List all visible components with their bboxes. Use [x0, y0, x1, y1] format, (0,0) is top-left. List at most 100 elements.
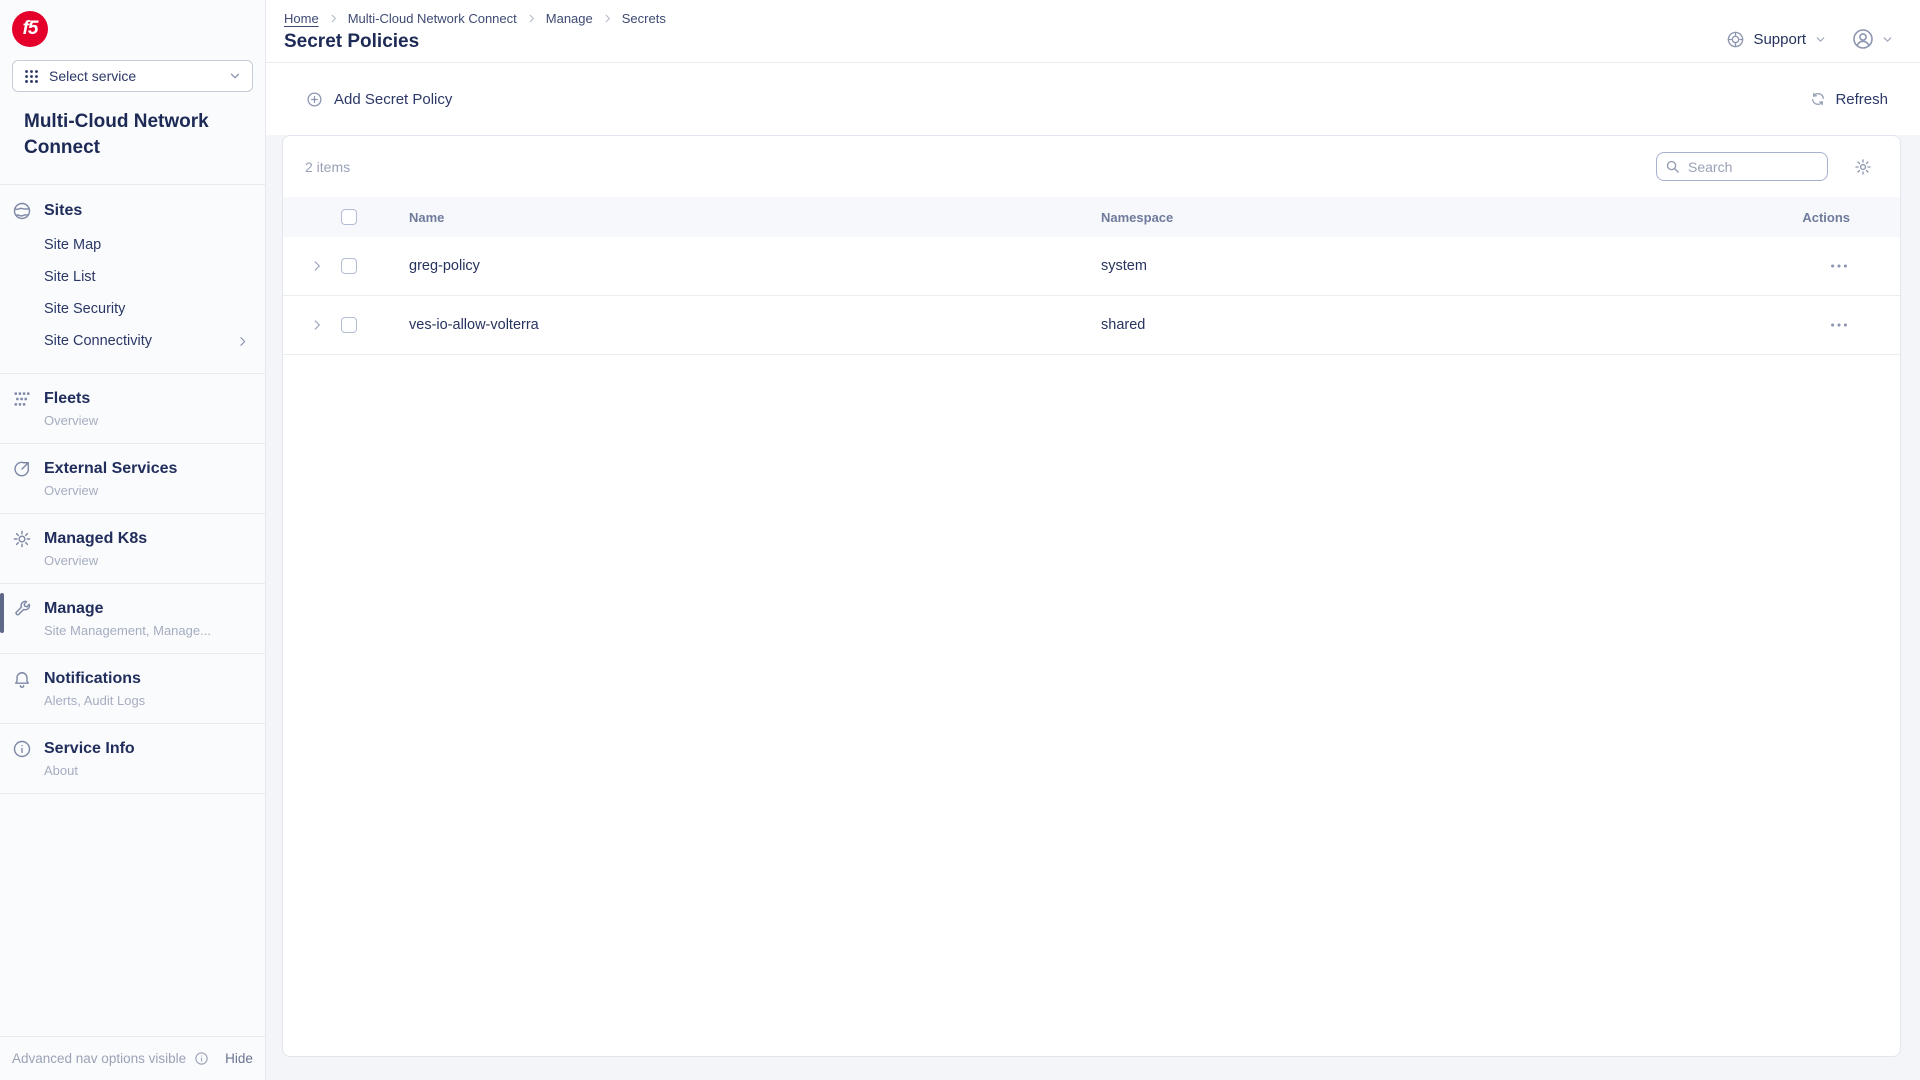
product-title: Multi-Cloud Network Connect	[12, 92, 253, 184]
table-row: greg-policy system	[283, 237, 1900, 296]
support-label: Support	[1753, 31, 1806, 48]
gear-icon[interactable]	[1854, 158, 1872, 176]
policy-namespace: shared	[1101, 317, 1790, 333]
bell-icon	[12, 669, 32, 689]
sidebar-item-site-map[interactable]: Site Map	[44, 229, 253, 261]
sidebar-section-service-info: Service Info About	[0, 724, 265, 794]
sidebar-section-sites: Sites Site Map Site List Site Security S…	[0, 185, 265, 374]
chevron-down-icon	[1881, 33, 1894, 46]
info-icon	[12, 739, 32, 759]
sidebar-item-site-connectivity[interactable]: Site Connectivity	[44, 325, 253, 357]
support-menu[interactable]: Support	[1726, 30, 1827, 49]
kubernetes-helm-icon	[12, 529, 32, 549]
table-toolbar: 2 items	[283, 136, 1900, 197]
sidebar-section-title: Notifications	[44, 670, 141, 688]
external-services-icon	[12, 459, 32, 479]
breadcrumb-item[interactable]: Secrets	[622, 11, 666, 26]
page-header-right: Support	[1726, 16, 1894, 62]
refresh-icon	[1810, 91, 1826, 107]
sidebar-section-external-services: External Services Overview	[0, 444, 265, 514]
sidebar-section-title: Managed K8s	[44, 530, 147, 548]
lifebuoy-icon	[1726, 30, 1745, 49]
main-content: Home Multi-Cloud Network Connect Manage …	[266, 0, 1920, 1080]
row-actions-menu-icon[interactable]	[1828, 314, 1850, 336]
breadcrumb-item[interactable]: Multi-Cloud Network Connect	[348, 11, 517, 26]
account-menu[interactable]	[1851, 27, 1894, 51]
sidebar-item-external-services[interactable]: External Services	[12, 459, 253, 479]
chevron-down-icon	[1814, 33, 1827, 46]
sub-link-label: Site List	[44, 269, 96, 285]
sidebar-spacer	[0, 794, 265, 1036]
sites-list: Site Map Site List Site Security Site Co…	[12, 229, 253, 357]
sidebar: f5 Select service Multi-Cloud Network Co…	[0, 0, 266, 1080]
sidebar-section-title: Manage	[44, 600, 104, 618]
globe-icon	[12, 201, 32, 221]
f5-logo[interactable]: f5	[12, 11, 48, 47]
sidebar-item-sites[interactable]: Sites	[12, 201, 253, 221]
search-icon	[1665, 159, 1680, 174]
column-header-namespace: Namespace	[1101, 210, 1790, 225]
refresh-button[interactable]: Refresh	[1810, 91, 1888, 108]
breadcrumb-item[interactable]: Manage	[546, 11, 593, 26]
sidebar-section-manage: Manage Site Management, Manage...	[0, 584, 265, 654]
sidebar-item-fleets[interactable]: Fleets	[12, 389, 253, 409]
sidebar-item-site-security[interactable]: Site Security	[44, 293, 253, 325]
avatar-icon	[1851, 27, 1875, 51]
sidebar-item-manage[interactable]: Manage	[12, 599, 253, 619]
advanced-nav-label: Advanced nav options visible	[12, 1051, 186, 1066]
chevron-right-icon	[236, 335, 249, 348]
chevron-down-icon	[228, 69, 242, 83]
sidebar-section-subtitle: Overview	[44, 413, 253, 428]
refresh-label: Refresh	[1835, 91, 1888, 108]
service-selector[interactable]: Select service	[12, 60, 253, 92]
expand-row-icon[interactable]	[310, 259, 324, 273]
chevron-right-icon	[526, 13, 537, 24]
page-header-left: Home Multi-Cloud Network Connect Manage …	[284, 11, 666, 62]
table-row: ves-io-allow-volterra shared	[283, 296, 1900, 355]
policy-name-link[interactable]: ves-io-allow-volterra	[367, 317, 1101, 333]
add-secret-policy-label: Add Secret Policy	[334, 91, 452, 108]
expand-row-icon[interactable]	[310, 318, 324, 332]
sidebar-section-subtitle: Overview	[44, 483, 253, 498]
row-checkbox[interactable]	[341, 258, 357, 274]
policy-namespace: system	[1101, 258, 1790, 274]
secret-policies-card: 2 items Name	[282, 135, 1901, 1057]
page-title: Secret Policies	[284, 31, 666, 53]
sidebar-section-fleets: Fleets Overview	[0, 374, 265, 444]
breadcrumb-home[interactable]: Home	[284, 11, 319, 26]
policy-name-link[interactable]: greg-policy	[367, 258, 1101, 274]
f5-logo-text: f5	[23, 18, 38, 40]
chevron-right-icon	[328, 13, 339, 24]
select-all-checkbox[interactable]	[341, 209, 357, 225]
sidebar-section-subtitle: Alerts, Audit Logs	[44, 693, 253, 708]
sidebar-item-service-info[interactable]: Service Info	[12, 739, 253, 759]
grid-icon	[23, 68, 40, 85]
column-header-actions: Actions	[1802, 210, 1850, 225]
sub-link-label: Site Map	[44, 237, 101, 253]
table-region: 2 items Name	[266, 135, 1920, 1080]
sidebar-section-title: Sites	[44, 202, 82, 220]
row-actions-menu-icon[interactable]	[1828, 255, 1850, 277]
sidebar-section-subtitle: About	[44, 763, 253, 778]
sub-link-label: Site Security	[44, 301, 125, 317]
add-secret-policy-button[interactable]: Add Secret Policy	[306, 91, 452, 108]
hide-nav-button[interactable]: Hide	[225, 1051, 253, 1066]
sidebar-item-notifications[interactable]: Notifications	[12, 669, 253, 689]
page-header: Home Multi-Cloud Network Connect Manage …	[266, 0, 1920, 63]
sidebar-section-notifications: Notifications Alerts, Audit Logs	[0, 654, 265, 724]
search-input[interactable]	[1656, 152, 1828, 181]
sidebar-section-title: Service Info	[44, 740, 135, 758]
fleet-icon	[12, 389, 32, 409]
plus-circle-icon	[306, 91, 323, 108]
info-icon	[194, 1051, 209, 1066]
sidebar-section-title: Fleets	[44, 390, 90, 408]
items-count: 2 items	[305, 159, 350, 175]
sidebar-footer: Advanced nav options visible Hide	[0, 1036, 265, 1080]
search-box	[1656, 152, 1828, 181]
wrench-icon	[12, 599, 32, 619]
sidebar-item-site-list[interactable]: Site List	[44, 261, 253, 293]
sidebar-item-managed-k8s[interactable]: Managed K8s	[12, 529, 253, 549]
sidebar-section-managed-k8s: Managed K8s Overview	[0, 514, 265, 584]
sidebar-section-subtitle: Site Management, Manage...	[44, 623, 253, 638]
row-checkbox[interactable]	[341, 317, 357, 333]
